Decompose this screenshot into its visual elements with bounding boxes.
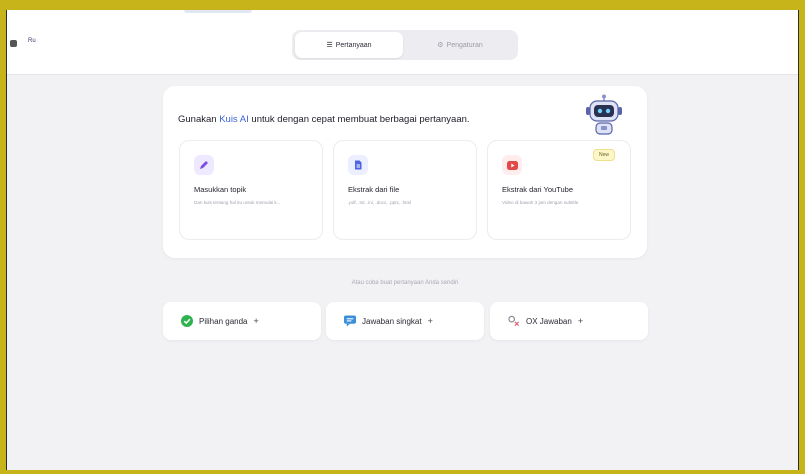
new-badge: New (593, 149, 616, 161)
option-description: .pdf, .txt, .ini, .docx, .pptx, .html (348, 200, 412, 205)
top-left-label[interactable]: Ru (28, 38, 36, 44)
ox-icon (508, 315, 520, 327)
add-multiple-choice-button[interactable]: Pilihan ganda + (163, 302, 321, 340)
button-label: Pilihan ganda (199, 316, 248, 326)
view-tabs: ☰ Pertanyaan ⚙ Pengaturan (292, 30, 518, 60)
tab-pertanyaan[interactable]: ☰ Pertanyaan (295, 32, 403, 58)
option-extract-youtube[interactable]: New Ekstrak dari YouTube Video di bawah … (487, 140, 631, 240)
list-icon: ☰ (326, 42, 333, 49)
file-icon (348, 155, 368, 175)
window-frame-bottom (0, 470, 805, 474)
menu-icon[interactable] (10, 40, 17, 47)
option-description: Dan kuis tentang hal itu untuk memulai k… (194, 200, 281, 205)
chat-bubble-icon (344, 315, 356, 327)
active-nav-indicator (184, 10, 252, 13)
window-frame-top (0, 0, 805, 10)
option-title: Ekstrak dari file (348, 185, 400, 194)
ai-quiz-panel: Gunakan Kuis AI untuk dengan cepat membu… (163, 86, 647, 258)
button-label: Jawaban singkat (362, 316, 422, 326)
kuis-ai-link[interactable]: Kuis AI (219, 114, 249, 125)
pencil-icon (194, 155, 214, 175)
window-frame-right (799, 0, 805, 474)
add-ox-answer-button[interactable]: OX Jawaban + (490, 302, 648, 340)
ai-headline: Gunakan Kuis AI untuk dengan cepat membu… (178, 114, 470, 125)
option-enter-topic[interactable]: Masukkan topik Dan kuis tentang hal itu … (179, 140, 323, 240)
plus-icon: + (577, 316, 584, 326)
plus-icon: + (427, 316, 433, 326)
option-description: Video di bawah 3 jam dengan subtitle (502, 200, 579, 205)
add-short-answer-button[interactable]: Jawaban singkat + (326, 302, 484, 340)
tab-label: Pertanyaan (335, 41, 372, 49)
checkmark-circle-icon (181, 315, 193, 327)
manual-divider-text: Atau coba buat pertanyaan Anda sendiri (351, 280, 459, 286)
option-extract-file[interactable]: Ekstrak dari file .pdf, .txt, .ini, .doc… (333, 140, 477, 240)
button-label: OX Jawaban (526, 316, 572, 326)
youtube-icon (502, 155, 522, 175)
settings-icon: ⚙ (437, 42, 444, 49)
tab-label: Pengaturan (446, 41, 483, 49)
option-title: Ekstrak dari YouTube (502, 185, 574, 194)
plus-icon: + (253, 316, 259, 326)
option-title: Masukkan topik (194, 185, 247, 194)
tab-pengaturan[interactable]: ⚙ Pengaturan (406, 32, 514, 58)
robot-mascot-icon (586, 94, 622, 135)
